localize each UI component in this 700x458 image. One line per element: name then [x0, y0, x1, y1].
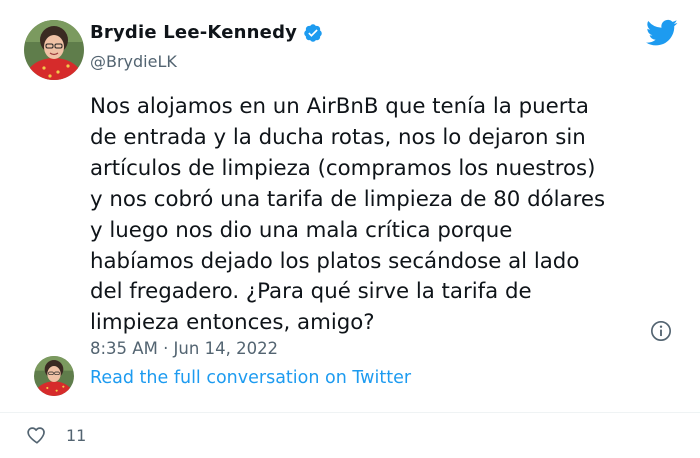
avatar[interactable] — [24, 20, 84, 80]
like-count: 11 — [66, 425, 87, 445]
tweet-text: Nos alojamos en un AirBnB que tenía la p… — [90, 94, 606, 336]
conversation-avatar[interactable] — [34, 356, 74, 396]
tweet-card: Brydie Lee-Kennedy @BrydieLK Nos alojamo… — [0, 0, 700, 458]
twitter-bird-icon[interactable] — [646, 19, 678, 47]
verified-badge-icon — [304, 23, 322, 42]
avatar-image — [34, 356, 74, 396]
author-handle[interactable]: @BrydieLK — [90, 52, 177, 71]
author-name-row: Brydie Lee-Kennedy — [90, 22, 323, 43]
tweet-timestamp[interactable]: 8:35 AM · Jun 14, 2022 — [90, 339, 278, 358]
info-icon[interactable] — [650, 320, 672, 342]
heart-icon — [27, 427, 45, 444]
author-name[interactable]: Brydie Lee-Kennedy — [90, 22, 297, 43]
avatar-image — [24, 20, 84, 80]
read-conversation-link[interactable]: Read the full conversation on Twitter — [90, 368, 411, 388]
divider — [0, 412, 700, 413]
like-button[interactable]: 11 — [26, 424, 86, 446]
